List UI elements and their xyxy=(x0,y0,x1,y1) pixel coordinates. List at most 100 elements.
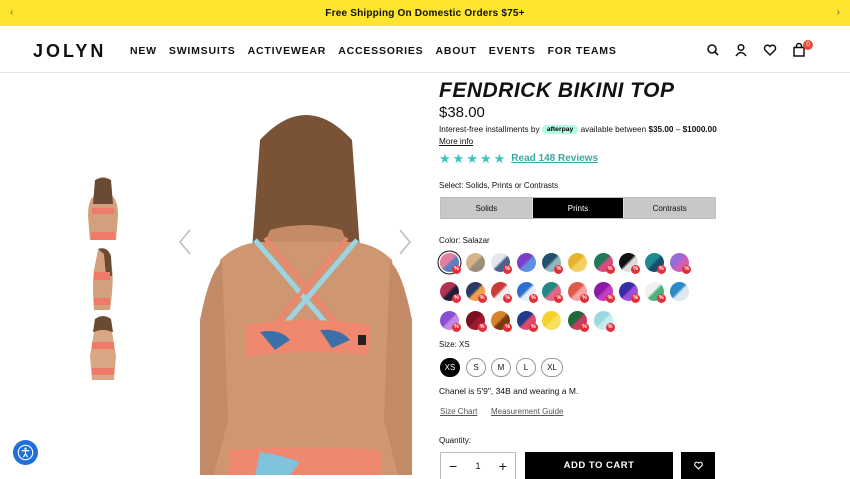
afterpay-prefix: Interest-free installments by xyxy=(439,125,540,134)
afterpay-more-info-link[interactable]: More info xyxy=(439,137,473,146)
nav-item-activewear[interactable]: ACTIVEWEAR xyxy=(248,45,327,57)
color-swatch[interactable]: % xyxy=(465,311,487,332)
color-swatch[interactable]: % xyxy=(491,253,513,274)
search-icon[interactable] xyxy=(705,42,721,58)
sale-percent-icon: % xyxy=(452,265,461,274)
sale-percent-icon: % xyxy=(656,265,666,274)
color-swatch[interactable]: % xyxy=(440,311,461,332)
color-swatch[interactable]: % xyxy=(670,253,692,274)
heart-icon xyxy=(693,461,703,470)
accessibility-icon xyxy=(17,444,34,461)
heart-icon[interactable] xyxy=(762,42,778,58)
tab-prints[interactable]: Prints xyxy=(532,198,625,218)
promo-prev-icon[interactable]: ‹ xyxy=(10,7,13,18)
image-prev-icon[interactable] xyxy=(178,228,192,256)
color-label: Color: Salazar xyxy=(439,236,490,245)
nav-item-events[interactable]: EVENTS xyxy=(489,45,536,57)
star-icon: ★ xyxy=(452,151,465,166)
reviews-link[interactable]: Read 148 Reviews xyxy=(511,153,598,164)
size-option-l[interactable]: L xyxy=(516,358,536,377)
site-header: JOLYN NEW SWIMSUITS ACTIVEWEAR ACCESSORI… xyxy=(0,26,850,73)
color-swatch[interactable]: % xyxy=(593,311,615,332)
thumbnail-side[interactable] xyxy=(80,246,126,310)
color-swatch[interactable]: % xyxy=(491,311,513,332)
size-chart-link[interactable]: Size Chart xyxy=(440,407,477,416)
color-swatch[interactable]: % xyxy=(593,282,615,303)
quantity-label: Quantity: xyxy=(439,436,472,445)
thumbnail-back[interactable] xyxy=(80,176,126,240)
model-note: Chanel is 5'9", 34B and wearing a M. xyxy=(439,386,579,396)
afterpay-min: $35.00 xyxy=(648,125,674,134)
color-swatch[interactable]: % xyxy=(542,253,564,274)
sale-percent-icon: % xyxy=(631,294,641,303)
quantity-value[interactable]: 1 xyxy=(475,461,480,471)
cart-count-badge: 0 xyxy=(803,40,813,50)
size-option-xs[interactable]: XS xyxy=(440,358,460,377)
color-swatch[interactable]: % xyxy=(440,253,461,274)
star-icon: ★ xyxy=(439,151,451,166)
size-option-s[interactable]: S xyxy=(466,358,486,377)
size-option-m[interactable]: M xyxy=(491,358,511,377)
size-label: Size: XS xyxy=(439,340,470,349)
measurement-guide-link[interactable]: Measurement Guide xyxy=(491,407,563,416)
color-swatch[interactable]: % xyxy=(440,282,461,303)
increase-icon[interactable]: + xyxy=(499,458,507,474)
color-swatch[interactable]: % xyxy=(516,282,538,303)
sale-percent-icon: % xyxy=(554,294,564,303)
color-swatch[interactable]: % xyxy=(619,253,641,274)
sale-percent-icon: % xyxy=(452,294,461,303)
sale-percent-icon: % xyxy=(503,323,513,332)
star-icon: ★ xyxy=(466,151,478,166)
wishlist-button[interactable] xyxy=(681,452,715,479)
thumbnail-front[interactable] xyxy=(80,316,126,380)
product-title: FENDRICK BIKINI TOP xyxy=(439,79,675,102)
color-swatch[interactable]: % xyxy=(568,282,589,303)
tab-contrasts[interactable]: Contrasts xyxy=(624,198,716,218)
nav-item-about[interactable]: ABOUT xyxy=(435,45,476,57)
select-label: Select: Solids, Prints or Contrasts xyxy=(439,181,559,190)
color-swatch[interactable]: % xyxy=(644,282,666,303)
sale-percent-icon: % xyxy=(554,265,564,274)
color-swatch[interactable]: % xyxy=(542,282,564,303)
accessibility-button[interactable] xyxy=(13,440,38,465)
add-to-cart-button[interactable]: ADD TO CART xyxy=(525,452,673,479)
color-swatch[interactable] xyxy=(670,282,690,301)
rating: ★ ★ ★ ★ ★ Read 148 Reviews xyxy=(439,152,598,165)
promo-next-icon[interactable]: › xyxy=(837,7,840,18)
afterpay-dash: – xyxy=(675,125,681,134)
account-icon[interactable] xyxy=(733,42,749,58)
decrease-icon[interactable]: − xyxy=(449,458,457,474)
nav-item-new[interactable]: NEW xyxy=(130,45,157,57)
tab-solids[interactable]: Solids xyxy=(441,198,533,218)
color-swatch[interactable]: % xyxy=(465,282,487,303)
sale-percent-icon: % xyxy=(580,323,589,332)
color-swatch[interactable] xyxy=(542,311,562,330)
quantity-stepper: − 1 + xyxy=(440,452,516,479)
afterpay-logo: afterpay xyxy=(541,125,579,134)
size-option-xl[interactable]: XL xyxy=(541,358,563,377)
star-icon: ★ xyxy=(479,151,492,166)
color-swatch[interactable]: % xyxy=(491,282,513,303)
afterpay-max: $1000.00 xyxy=(682,125,717,134)
color-swatch[interactable]: % xyxy=(644,253,666,274)
style-selector: Solids Prints Contrasts xyxy=(440,197,716,219)
color-swatch[interactable]: % xyxy=(593,253,615,274)
color-swatch[interactable] xyxy=(568,253,587,272)
color-swatch[interactable]: % xyxy=(619,282,641,303)
sale-percent-icon: % xyxy=(605,265,615,274)
sale-percent-icon: % xyxy=(656,294,666,303)
color-swatch[interactable]: % xyxy=(516,311,538,332)
sale-percent-icon: % xyxy=(477,323,487,332)
nav-item-for-teams[interactable]: FOR TEAMS xyxy=(548,45,617,57)
sale-percent-icon: % xyxy=(605,294,615,303)
nav-item-swimsuits[interactable]: SWIMSUITS xyxy=(169,45,236,57)
product-image xyxy=(200,115,412,475)
color-swatch[interactable]: % xyxy=(568,311,589,332)
color-swatch[interactable] xyxy=(465,253,485,272)
color-swatch[interactable] xyxy=(516,253,536,272)
promo-text: Free Shipping On Domestic Orders $75+ xyxy=(325,7,525,19)
logo[interactable]: JOLYN xyxy=(33,41,106,62)
sale-percent-icon: % xyxy=(631,265,641,274)
nav-item-accessories[interactable]: ACCESSORIES xyxy=(338,45,423,57)
star-icon: ★ xyxy=(493,151,506,166)
